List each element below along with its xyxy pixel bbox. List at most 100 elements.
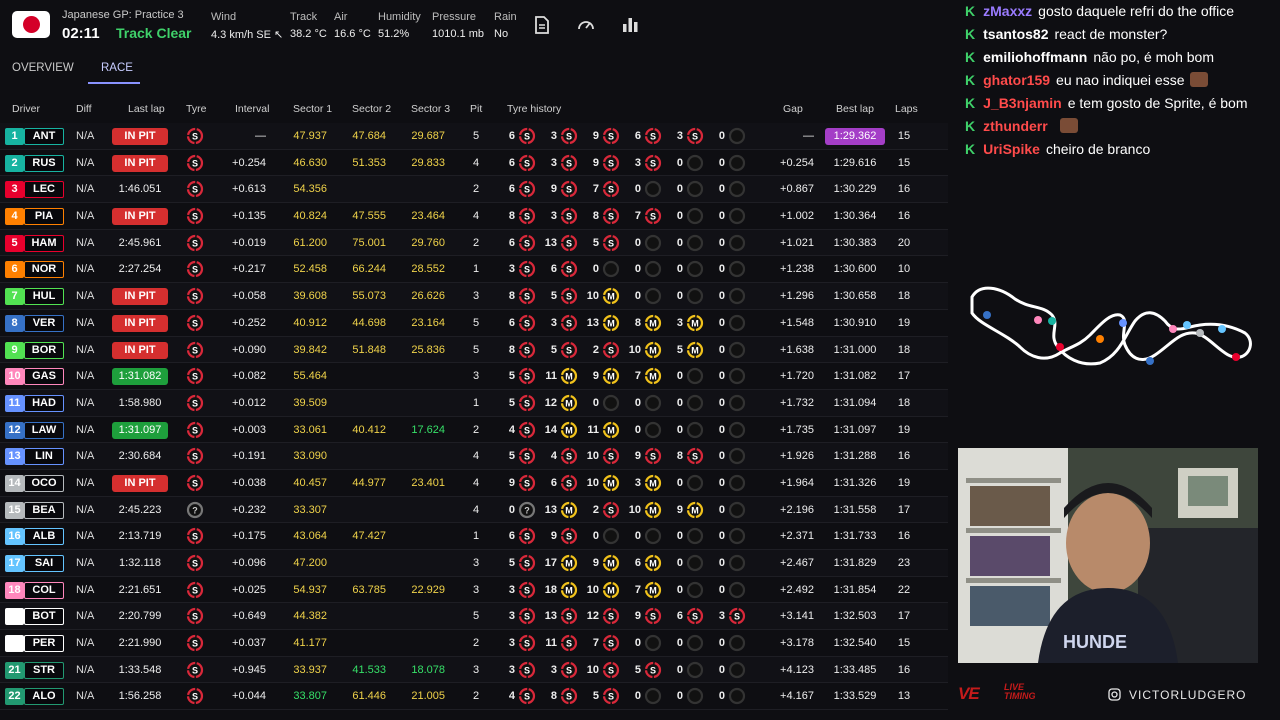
last-lap: 2:20.799: [118, 610, 162, 623]
soft-tyre-icon: S: [560, 474, 578, 492]
driver-row[interactable]: 18 COL N/A 2:21.651 S +0.025 54.937 63.785 22.92…: [0, 577, 948, 604]
speedometer-icon[interactable]: [575, 14, 597, 36]
driver-row[interactable]: 3 LEC N/A 1:46.051 S +0.613 54.356 2 6 S 9 S 7 S 0 0 0 +0…: [0, 176, 948, 204]
driver-row[interactable]: 20 PER N/A 2:21.990 S +0.037 41.177 2 3 S 11 S 7 S 0 0 0…: [0, 630, 948, 657]
driver-code: COL: [24, 581, 64, 599]
tyre-history: 9 S 6 S 10 M 3 M 0 0: [500, 474, 752, 493]
svg-text:S: S: [566, 478, 572, 488]
driver-row[interactable]: 19 BOT N/A 2:20.799 S +0.649 44.382 5 3 S 13 S 12 S 9 S…: [0, 603, 948, 631]
soft-tyre-icon: S: [518, 341, 536, 358]
driver-row[interactable]: 12 LAW N/A 1:31.097 S +0.003 33.061 40.412 17.62…: [0, 417, 948, 444]
col-best-lap[interactable]: Best lap: [836, 103, 874, 115]
driver-row[interactable]: 6 NOR N/A 2:27.254 S +0.217 52.458 66.244 28.552…: [0, 256, 948, 284]
soft-tyre-icon: S: [602, 154, 620, 171]
svg-text:S: S: [192, 372, 198, 382]
tab-race[interactable]: RACE: [101, 62, 133, 74]
bar-chart-icon[interactable]: [619, 14, 641, 36]
col-driver[interactable]: Driver: [12, 103, 40, 115]
col-sector1[interactable]: Sector 1: [293, 103, 332, 115]
col-interval[interactable]: Interval: [235, 103, 269, 115]
col-sector3[interactable]: Sector 3: [411, 103, 450, 115]
col-laps[interactable]: Laps: [895, 103, 918, 115]
last-lap: 2:45.223: [118, 503, 162, 516]
driver-row[interactable]: 22 ALO N/A 1:56.258 S +0.044 33.807 61.446 21.00…: [0, 683, 948, 711]
chat-username[interactable]: ghator159: [983, 72, 1050, 88]
driver-row[interactable]: 10 GAS N/A 1:31.082 S +0.082 55.464 3 5 S 11 M 9 M 7 M 0…: [0, 363, 948, 390]
chat-username[interactable]: UriSpike: [983, 141, 1040, 157]
best-lap: 1:31.094: [833, 396, 877, 409]
chat-username[interactable]: J_B3njamin: [983, 95, 1062, 111]
driver-row[interactable]: 7 HUL N/A IN PIT S +0.058 39.608 55.073 26.626 3 8…: [0, 283, 948, 310]
soft-tyre-icon: S: [518, 528, 536, 545]
svg-text:S: S: [608, 132, 614, 142]
stint-laps: 9: [592, 557, 599, 569]
soft-tyre-icon: S: [686, 127, 704, 145]
soft-tyre-icon: S: [560, 181, 578, 198]
driver-row[interactable]: 8 VER N/A IN PIT S +0.252 40.912 44.698 23.164 5 6…: [0, 310, 948, 337]
diff-value: N/A: [76, 610, 95, 623]
empty-tyre-icon: [686, 661, 704, 678]
interval-value: +0.191: [232, 450, 266, 463]
svg-text:S: S: [566, 612, 572, 622]
col-diff[interactable]: Diff: [76, 103, 92, 115]
last-lap: 2:13.719: [118, 530, 162, 543]
stint-laps: 3: [550, 156, 557, 169]
svg-text:M: M: [565, 505, 573, 515]
sector2-time: 44.698: [352, 316, 386, 329]
chat-text: e tem gosto de Sprite, é bom: [1067, 95, 1248, 111]
driver-row[interactable]: 17 SAI N/A 1:32.118 S +0.096 47.200 3 5 S 17 M 9 M 6 M 0…: [0, 550, 948, 577]
stint-laps: 7: [592, 183, 599, 196]
svg-text:M: M: [649, 559, 657, 569]
driver-row[interactable]: 1 ANT N/A IN PIT S —47.937 47.684 29.687 5 6 S 3 S 9 S…: [0, 123, 948, 150]
tyre-history: 3 S 18 M 10 M 7 M 0 0: [500, 581, 752, 600]
svg-text:S: S: [192, 532, 198, 542]
soft-tyre-icon: S: [186, 181, 204, 198]
soft-tyre-icon: S: [518, 234, 536, 251]
pit-count: 4: [472, 450, 480, 463]
driver-code: NOR: [24, 261, 64, 279]
soft-tyre-icon: S: [602, 207, 620, 225]
pit-count: 5: [472, 610, 480, 623]
stint-laps: 0: [676, 183, 683, 196]
driver-row[interactable]: 16 ALB N/A 2:13.719 S +0.175 43.064 47.427 1 6 S 9 S…: [0, 523, 948, 550]
empty-tyre-icon: [644, 421, 662, 438]
col-tyre-history[interactable]: Tyre history: [507, 103, 561, 115]
stint-laps: 0: [676, 476, 683, 489]
driver-row[interactable]: 5 HAM N/A 2:45.961 S +0.019 61.200 75.001 29.760…: [0, 229, 948, 257]
driver-row[interactable]: 13 LIN N/A 2:30.684 S +0.191 33.090 4 5 S 4 S 10 S 9 S 8…: [0, 443, 948, 470]
driver-row[interactable]: 11 HAD N/A 1:58.980 S +0.012 39.509 1 5 S 12 M 0 0 0 0 +…: [0, 389, 948, 417]
driver-row[interactable]: 4 PIA N/A IN PIT S +0.135 40.824 47.555 23.464 4 8…: [0, 203, 948, 230]
rain-label: Rain: [494, 11, 517, 23]
gap-value: +1.296: [780, 290, 814, 303]
document-icon[interactable]: [531, 14, 553, 36]
interval-value: +0.044: [232, 690, 266, 703]
chat-badge-icon: K: [965, 141, 976, 157]
sector1-time: 33.090: [293, 450, 327, 463]
current-tyre: S: [186, 421, 204, 439]
col-gap[interactable]: Gap: [783, 103, 803, 115]
medium-tyre-icon: M: [644, 314, 662, 331]
driver-row[interactable]: 15 BEA N/A 2:45.223? +0.232 33.307 4 0? 13 M 2 S 10 M…: [0, 496, 948, 524]
stint-laps: 5: [508, 370, 515, 383]
tab-overview[interactable]: OVERVIEW: [12, 62, 74, 74]
col-last-lap[interactable]: Last lap: [128, 103, 165, 115]
driver-row[interactable]: 2 RUS N/A IN PIT S +0.254 46.630 51.353 29.833 4 6…: [0, 150, 948, 177]
diff-value: N/A: [76, 503, 95, 516]
col-sector2[interactable]: Sector 2: [352, 103, 391, 115]
soft-tyre-icon: S: [602, 501, 620, 518]
chat-username[interactable]: tsantos82: [983, 26, 1048, 42]
stint-laps: 3: [550, 663, 557, 676]
chat-username[interactable]: emiliohoffmann: [983, 49, 1087, 65]
interval-value: +0.096: [232, 557, 266, 569]
stint-laps: 0: [676, 263, 683, 276]
position-badge: 8: [5, 314, 24, 332]
last-lap: IN PIT: [112, 208, 168, 226]
driver-row[interactable]: 21 STR N/A 1:33.548 S +0.945 33.937 41.533 18.07…: [0, 656, 948, 684]
col-pit[interactable]: Pit: [470, 103, 482, 115]
chat-username[interactable]: zthunderr: [983, 118, 1048, 134]
driver-row[interactable]: 9 BOR N/A IN PIT S +0.090 39.842 51.848 25.836 5 8…: [0, 336, 948, 364]
driver-row[interactable]: 14 OCO N/A IN PIT S +0.038 40.457 44.977 23.401 4…: [0, 470, 948, 497]
col-tyre[interactable]: Tyre: [186, 103, 206, 115]
chat-username[interactable]: zMaxxz: [983, 3, 1032, 19]
last-lap: 1:31.097: [112, 421, 168, 439]
